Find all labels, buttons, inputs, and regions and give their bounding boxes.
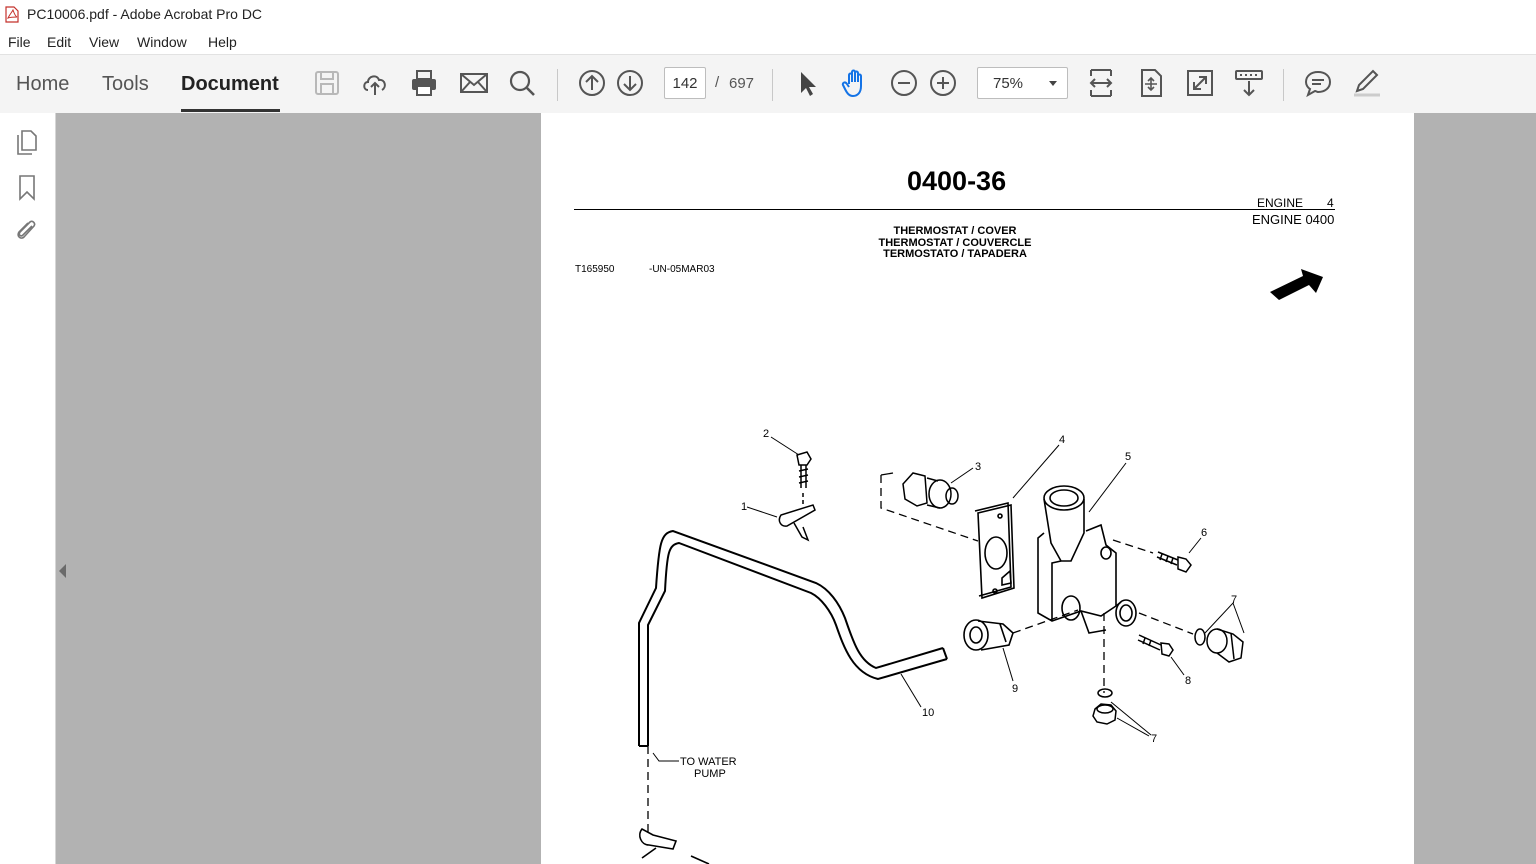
window-title: PC10006.pdf - Adobe Acrobat Pro DC <box>27 6 263 22</box>
fit-page-icon[interactable] <box>1135 67 1167 99</box>
orientation-arrow-icon <box>1270 269 1323 300</box>
tab-home[interactable]: Home <box>16 73 69 96</box>
attachment-icon[interactable] <box>13 216 41 244</box>
toolbar-divider <box>772 69 773 101</box>
callout-7-right: 7 <box>1231 594 1237 606</box>
gasket-part-4 <box>974 501 1015 600</box>
callout-7-bottom: 7 <box>1151 733 1157 745</box>
fullscreen-icon[interactable] <box>1184 67 1216 99</box>
bolt-part-8 <box>1137 634 1174 657</box>
zoom-value: 75% <box>993 75 1024 92</box>
next-page-icon[interactable] <box>614 67 646 99</box>
zoom-in-icon[interactable] <box>927 67 959 99</box>
thermostat-cover-part-5 <box>1037 485 1137 634</box>
toolbar-divider <box>557 69 558 101</box>
page-separator: / <box>715 74 720 91</box>
scroll-mode-icon[interactable] <box>1233 67 1265 99</box>
tab-document[interactable]: Document <box>181 73 279 96</box>
bolt-part-6 <box>1156 551 1192 573</box>
plug-part-7-right <box>1194 628 1244 663</box>
callout-9: 9 <box>1012 683 1018 695</box>
fit-width-icon[interactable] <box>1085 67 1117 99</box>
sign-pen-icon[interactable] <box>1351 67 1383 99</box>
comment-icon[interactable] <box>1302 67 1334 99</box>
title-bar: PC10006.pdf - Adobe Acrobat Pro DC <box>0 0 1536 30</box>
hand-tool-icon[interactable] <box>840 67 872 99</box>
plug-part-7-bottom <box>1092 688 1117 725</box>
print-icon[interactable] <box>408 67 440 99</box>
sensor-part-3 <box>902 472 959 509</box>
note-pump: PUMP <box>694 768 726 780</box>
menu-view[interactable]: View <box>89 34 119 50</box>
callout-4: 4 <box>1059 434 1065 446</box>
menu-file[interactable]: File <box>8 34 31 50</box>
left-navigation-rail <box>0 113 56 864</box>
clamp-part-1 <box>778 504 816 542</box>
active-tab-indicator <box>181 109 280 112</box>
zoom-select[interactable]: 75% <box>977 67 1068 99</box>
collapse-panel-icon[interactable] <box>59 564 66 578</box>
clamp-part-lower <box>639 827 710 864</box>
bookmark-icon[interactable] <box>13 173 41 201</box>
menu-edit[interactable]: Edit <box>47 34 71 50</box>
toolbar-divider <box>1283 69 1284 101</box>
thermostat-part-9 <box>963 619 1014 651</box>
note-to-water: TO WATER <box>680 756 737 768</box>
tab-tools[interactable]: Tools <box>102 73 149 96</box>
email-icon[interactable] <box>458 67 490 99</box>
callout-6: 6 <box>1201 527 1207 539</box>
pages-thumbnail-icon[interactable] <box>13 127 41 155</box>
menu-help[interactable]: Help <box>208 34 237 50</box>
callout-1: 1 <box>741 501 747 513</box>
page-number-input[interactable]: 142 <box>664 67 706 99</box>
menu-window[interactable]: Window <box>137 34 187 50</box>
upload-cloud-icon[interactable] <box>359 67 391 99</box>
search-icon[interactable] <box>506 67 538 99</box>
select-cursor-icon[interactable] <box>792 67 824 99</box>
callout-2: 2 <box>763 428 769 440</box>
callout-3: 3 <box>975 461 981 473</box>
main-toolbar: Home Tools Document 142 / 697 75% <box>0 54 1536 114</box>
hose-part-10 <box>638 529 948 747</box>
parts-diagram: TO WATER PUMP 1 2 3 4 5 6 7 8 7 9 10 <box>638 269 1323 864</box>
bolt-part-2 <box>796 451 812 505</box>
page-total: 697 <box>729 75 755 92</box>
callout-5: 5 <box>1125 451 1131 463</box>
pdf-file-icon <box>5 6 19 23</box>
callout-10: 10 <box>922 707 934 719</box>
callout-8: 8 <box>1185 675 1191 687</box>
chevron-down-icon <box>1049 81 1057 86</box>
prev-page-icon[interactable] <box>576 67 608 99</box>
save-icon[interactable] <box>311 67 343 99</box>
menu-bar: File Edit View Window Help <box>0 30 1536 54</box>
zoom-out-icon[interactable] <box>888 67 920 99</box>
